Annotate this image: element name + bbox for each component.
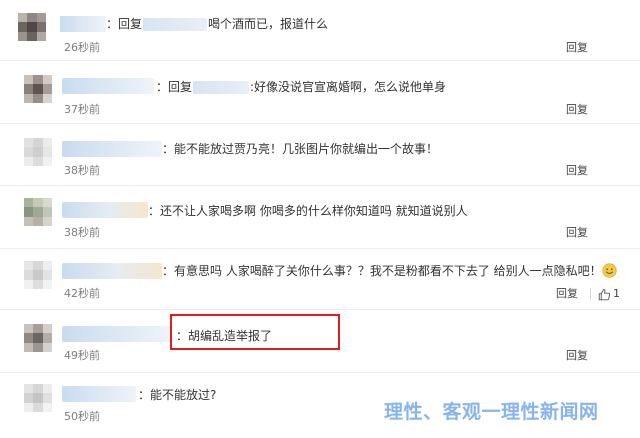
comment-time: 37秒前: [64, 103, 100, 116]
username-blurred[interactable]: [62, 326, 172, 342]
comment-time: 49秒前: [64, 349, 100, 362]
like-button[interactable]: 1: [598, 287, 620, 301]
reply-button[interactable]: 回复: [566, 349, 588, 363]
username-blurred[interactable]: [62, 141, 162, 157]
comment-text-line: ：还不让人家喝多啊 你喝多的什么样你知道吗 就知道说别人: [148, 203, 468, 219]
comment-text: :好像没说官宣离婚啊，怎么说他单身: [250, 80, 447, 94]
avatar[interactable]: [24, 261, 52, 289]
reply-button[interactable]: 回复: [566, 41, 588, 55]
smile-emoji: [602, 263, 617, 278]
comment-time: 42秒前: [64, 287, 100, 300]
comment-time: 50秒前: [64, 410, 100, 423]
avatar[interactable]: [24, 384, 52, 412]
comment-text-line: ：能不能放过?: [138, 387, 216, 403]
avatar[interactable]: [24, 75, 52, 103]
comment-text-line: ：回复 :好像没说官宣离婚啊，怎么说他单身: [156, 79, 446, 95]
comment-text-line: ：能不能放过贾乃亮！几张图片你就编出一个故事！: [162, 141, 438, 157]
username-blurred[interactable]: [60, 16, 106, 32]
reply-prefix: ：: [148, 204, 161, 218]
reply-target-blurred[interactable]: [143, 18, 208, 31]
username-blurred[interactable]: [62, 78, 154, 94]
avatar[interactable]: [24, 138, 52, 166]
comment-text: 能不能放过?: [150, 388, 217, 402]
username-blurred[interactable]: [62, 202, 148, 218]
action-divider: [590, 288, 591, 300]
avatar[interactable]: [24, 198, 52, 226]
comment-item: ：回复 喝个酒而已，报道什么 26秒前 回复: [0, 0, 640, 61]
comment-time: 38秒前: [64, 164, 100, 177]
reply-prefix: ：回复: [106, 17, 143, 31]
comment-text-line: ：有意思吗 人家喝醉了关你什么事？？我不是粉都看不下去了 给别人一点隐私吧！: [162, 263, 617, 279]
reply-button[interactable]: 回复: [566, 226, 588, 240]
comment-item: ：回复 :好像没说官宣离婚啊，怎么说他单身 37秒前 回复: [0, 61, 640, 124]
reply-target-blurred[interactable]: [193, 81, 250, 94]
reply-button[interactable]: 回复: [566, 164, 588, 178]
reply-prefix: ：: [162, 142, 175, 156]
thumbs-up-icon: [598, 288, 611, 300]
reply-button[interactable]: 回复: [566, 103, 588, 117]
username-blurred[interactable]: [62, 263, 162, 279]
comment-text: 还不让人家喝多啊 你喝多的什么样你知道吗 就知道说别人: [160, 204, 468, 218]
watermark: 理性、客观一理性新闻网: [384, 401, 599, 423]
comment-item: ：能不能放过贾乃亮！几张图片你就编出一个故事！ 38秒前 回复: [0, 124, 640, 186]
comment-text-line: ：回复 喝个酒而已，报道什么: [106, 16, 328, 32]
reply-prefix: ：: [138, 388, 151, 402]
avatar[interactable]: [18, 13, 46, 41]
comment-time: 38秒前: [64, 226, 100, 239]
highlight-box: [170, 314, 340, 350]
comment-time: 26秒前: [64, 41, 100, 54]
comment-text: 能不能放过贾乃亮！几张图片你就编出一个故事！: [174, 142, 439, 156]
like-count: 1: [613, 287, 620, 300]
comment-item: ：有意思吗 人家喝醉了关你什么事？？我不是粉都看不下去了 给别人一点隐私吧！ 4…: [0, 249, 640, 310]
comment-text: 有意思吗 人家喝醉了关你什么事？？我不是粉都看不下去了 给别人一点隐私吧！: [174, 264, 602, 278]
reply-prefix: ：: [162, 264, 175, 278]
comment-text: 喝个酒而已，报道什么: [208, 17, 329, 31]
comment-item: ：还不让人家喝多啊 你喝多的什么样你知道吗 就知道说别人 38秒前 回复: [0, 186, 640, 249]
avatar[interactable]: [24, 324, 52, 352]
reply-prefix: ：回复: [156, 80, 193, 94]
username-blurred[interactable]: [62, 386, 136, 402]
reply-button[interactable]: 回复: [556, 287, 578, 301]
